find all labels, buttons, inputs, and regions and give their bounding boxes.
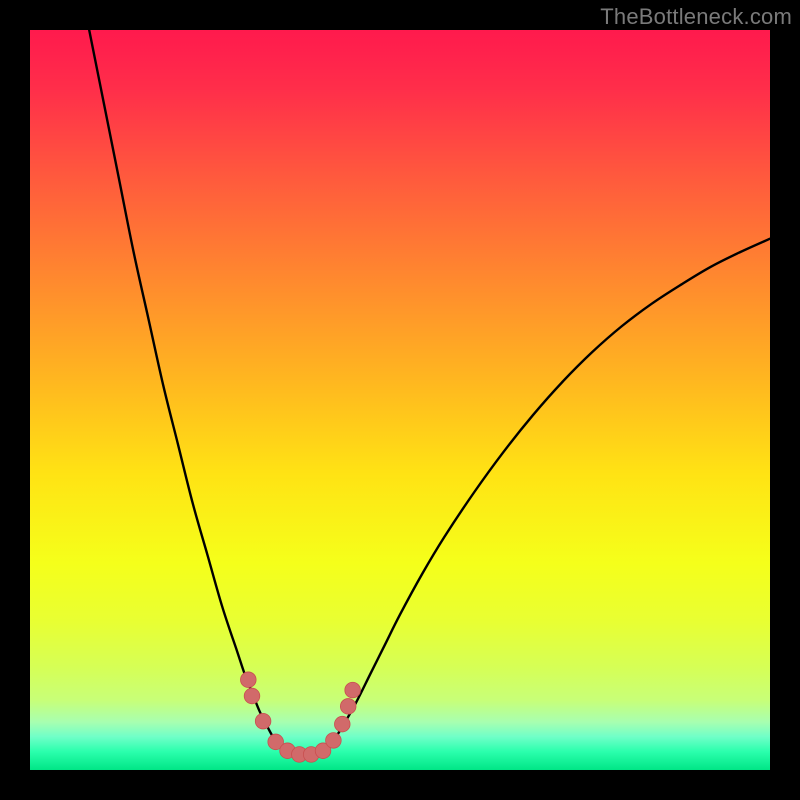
gradient-background xyxy=(30,30,770,770)
watermark-text: TheBottleneck.com xyxy=(600,4,792,30)
bottleneck-chart xyxy=(30,30,770,770)
plot-area xyxy=(30,30,770,770)
highlight-dot xyxy=(244,688,260,704)
chart-frame: TheBottleneck.com xyxy=(0,0,800,800)
highlight-dot xyxy=(334,716,350,732)
highlight-dot xyxy=(326,733,342,749)
highlight-dot xyxy=(255,713,271,729)
highlight-dot xyxy=(345,682,361,698)
highlight-dot xyxy=(241,672,257,688)
highlight-dot xyxy=(340,699,356,715)
